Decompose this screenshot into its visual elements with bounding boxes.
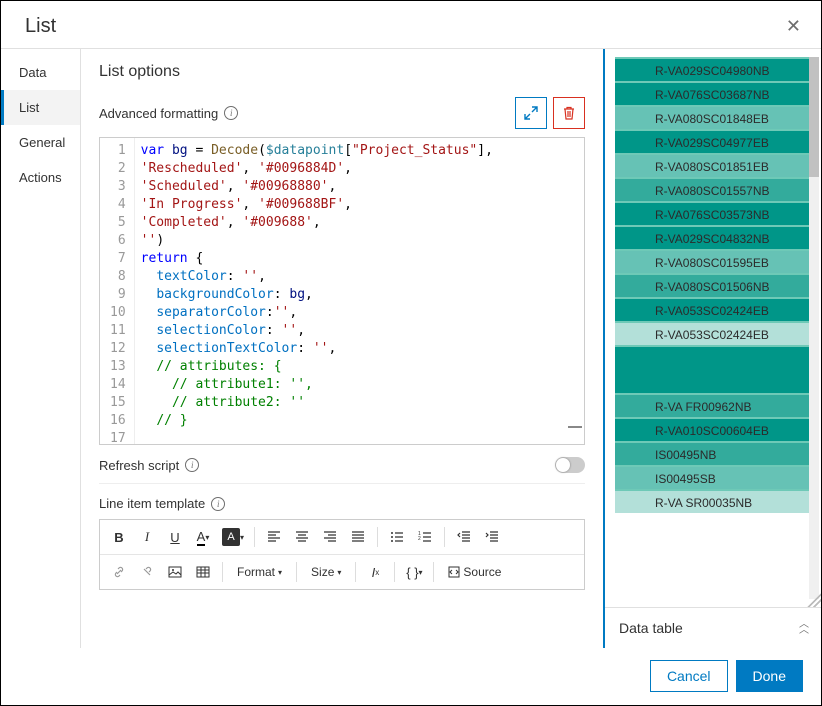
table-button[interactable]	[190, 559, 216, 585]
refresh-label: Refresh script	[99, 458, 179, 473]
bold-button[interactable]: B	[106, 524, 132, 550]
sidebar-item-actions[interactable]: Actions	[1, 160, 80, 195]
delete-button[interactable]	[553, 97, 585, 129]
template-label: Line item template	[99, 496, 205, 511]
bullet-icon	[390, 530, 404, 544]
list-item[interactable]: R-VA080SC01506NB	[615, 273, 813, 297]
braces-button[interactable]: { }▾	[401, 559, 427, 585]
image-button[interactable]	[162, 559, 188, 585]
list-item[interactable]: R-VA053SC02424EB	[615, 321, 813, 345]
unlink-icon	[140, 565, 154, 579]
list-item[interactable]: R-VA080SC01851EB	[615, 153, 813, 177]
list-item[interactable]: R-VA080SC01557NB	[615, 177, 813, 201]
list-item[interactable]: R-VA010SC00604EB	[615, 417, 813, 441]
trash-icon	[562, 106, 576, 120]
outdent-icon	[457, 530, 471, 544]
clear-format-button[interactable]: Ix	[362, 559, 388, 585]
list-item[interactable]: R-VA029SC04977EB	[615, 129, 813, 153]
svg-text:2: 2	[418, 536, 421, 542]
number-list-button[interactable]: 12	[412, 524, 438, 550]
refresh-toggle[interactable]	[555, 457, 585, 473]
done-button[interactable]: Done	[736, 660, 803, 692]
list-item[interactable]: R-VA029SC04832NB	[615, 225, 813, 249]
justify-icon	[351, 530, 365, 544]
list-item[interactable]: R-VA076SC03687NB	[615, 81, 813, 105]
info-icon[interactable]: i	[185, 458, 199, 472]
list-item[interactable]: R-VA SR00035NB	[615, 489, 813, 513]
dialog-title: List	[25, 15, 56, 38]
chevron-up-icon: ︿︿	[799, 622, 809, 634]
align-left-button[interactable]	[261, 524, 287, 550]
sidebar-item-list[interactable]: List	[1, 90, 80, 125]
link-button[interactable]	[106, 559, 132, 585]
list-item[interactable]: R-VA080SC01848EB	[615, 105, 813, 129]
list-item[interactable]: R-VA053SC02424EB	[615, 297, 813, 321]
sidebar-item-data[interactable]: Data	[1, 55, 80, 90]
info-icon[interactable]: i	[211, 497, 225, 511]
list-item[interactable]: IS00495NB	[615, 441, 813, 465]
table-icon	[196, 565, 210, 579]
scrollbar-thumb[interactable]	[568, 426, 582, 428]
code-editor[interactable]: 1234567891011121314151617 var bg = Decod…	[99, 137, 585, 445]
align-right-button[interactable]	[317, 524, 343, 550]
close-icon[interactable]: ✕	[786, 16, 801, 37]
expand-button[interactable]	[515, 97, 547, 129]
preview-panel: R-VA029SC04980NBR-VA076SC03687NBR-VA080S…	[605, 49, 821, 648]
cancel-button[interactable]: Cancel	[650, 660, 728, 692]
link-icon	[112, 565, 126, 579]
info-icon[interactable]: i	[224, 106, 238, 120]
list-item[interactable]: R-VA029SC04980NB	[615, 57, 813, 81]
list-item[interactable]: R-VA080SC01595EB	[615, 249, 813, 273]
bg-color-button[interactable]: A▾	[218, 524, 248, 550]
expand-icon	[524, 106, 538, 120]
bullet-list-button[interactable]	[384, 524, 410, 550]
source-button[interactable]: Source	[440, 559, 509, 585]
list-item[interactable]: R-VA076SC03573NB	[615, 201, 813, 225]
sidebar: DataListGeneralActions	[1, 49, 81, 648]
advanced-formatting-label: Advanced formatting	[99, 106, 218, 121]
image-icon	[168, 565, 182, 579]
code-lines[interactable]: var bg = Decode($datapoint["Project_Stat…	[135, 138, 584, 444]
preview-scrollbar[interactable]	[809, 57, 819, 599]
align-center-icon	[295, 530, 309, 544]
indent-icon	[485, 530, 499, 544]
list-item[interactable]: IS00495SB	[615, 465, 813, 489]
resize-grip[interactable]	[807, 593, 821, 607]
align-left-icon	[267, 530, 281, 544]
preview-list[interactable]: R-VA029SC04980NBR-VA076SC03687NBR-VA080S…	[615, 57, 813, 513]
indent-button[interactable]	[479, 524, 505, 550]
rich-text-toolbar: B I U A▾ A▾ 12	[99, 519, 585, 590]
italic-button[interactable]: I	[134, 524, 160, 550]
align-center-button[interactable]	[289, 524, 315, 550]
justify-button[interactable]	[345, 524, 371, 550]
source-icon	[448, 566, 460, 578]
format-dropdown[interactable]: Format▾	[229, 559, 290, 585]
panel-title: List options	[99, 63, 585, 81]
outdent-button[interactable]	[451, 524, 477, 550]
size-dropdown[interactable]: Size▾	[303, 559, 349, 585]
sidebar-item-general[interactable]: General	[1, 125, 80, 160]
text-color-button[interactable]: A▾	[190, 524, 216, 550]
main-panel: List options Advanced formatting i 12345…	[81, 49, 605, 648]
unlink-button[interactable]	[134, 559, 160, 585]
underline-button[interactable]: U	[162, 524, 188, 550]
data-table-toggle[interactable]: Data table ︿︿	[605, 607, 821, 648]
numlist-icon: 12	[418, 530, 432, 544]
list-item[interactable]: R-VA FR00962NB	[615, 393, 813, 417]
code-gutter: 1234567891011121314151617	[100, 138, 135, 444]
align-right-icon	[323, 530, 337, 544]
list-item[interactable]	[615, 345, 813, 393]
